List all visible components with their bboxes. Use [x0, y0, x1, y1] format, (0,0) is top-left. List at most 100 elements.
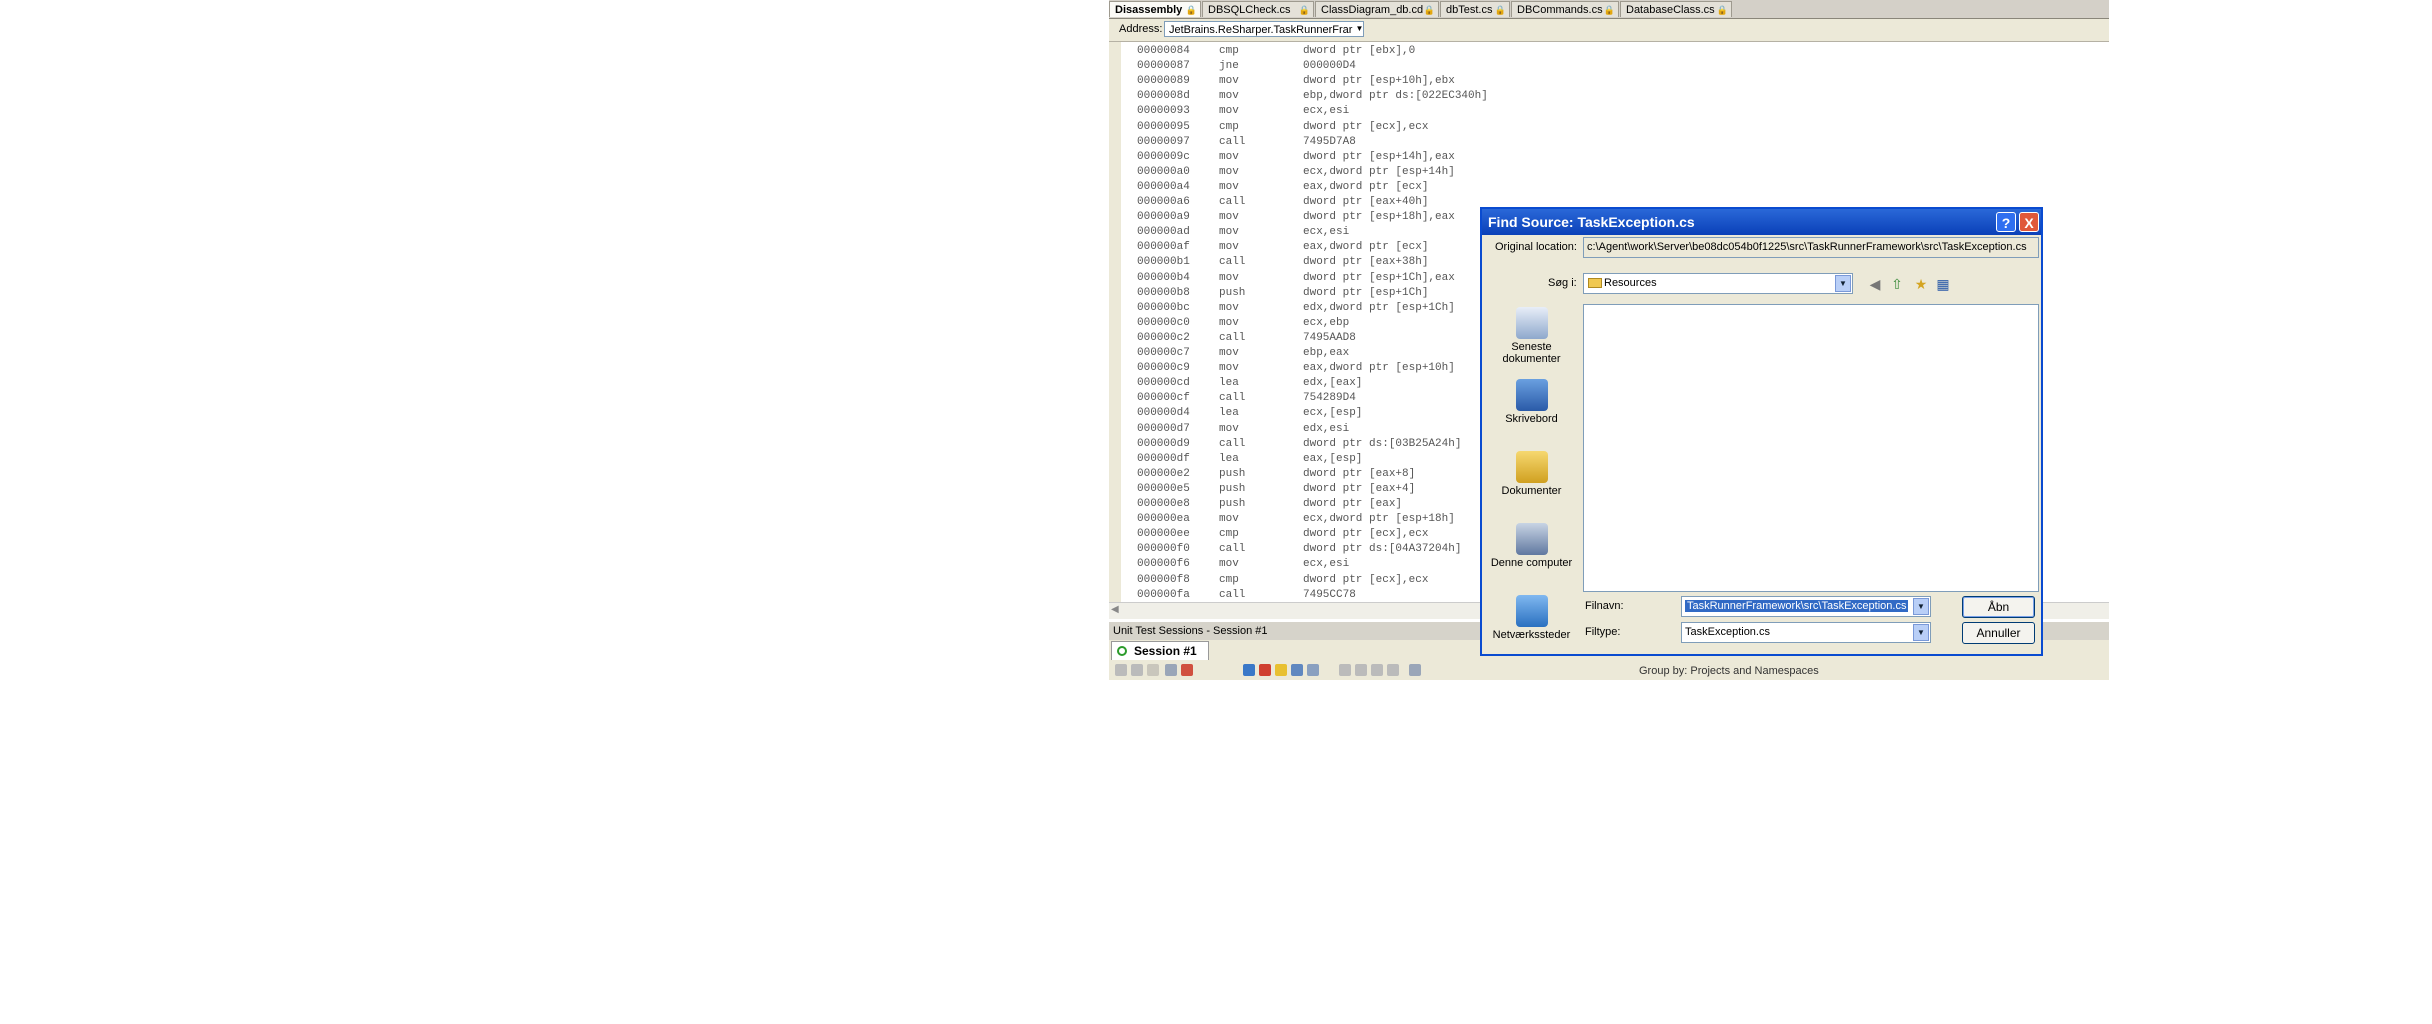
- recent-documents-icon: [1515, 307, 1548, 339]
- chevron-down-icon[interactable]: ▼: [1913, 624, 1929, 641]
- disassembly-op: cmp: [1219, 573, 1239, 586]
- disassembly-arg: dword ptr [esp+14h],eax: [1303, 150, 1455, 163]
- collapse-icon[interactable]: [1355, 664, 1367, 676]
- lock-icon: 🔒: [1298, 5, 1310, 15]
- cancel-button[interactable]: Annuller: [1962, 622, 2035, 644]
- disassembly-addr: 000000c2: [1137, 331, 1190, 344]
- disassembly-op: mov: [1219, 180, 1239, 193]
- disassembly-arg: dword ptr [ecx],ecx: [1303, 120, 1429, 133]
- disassembly-addr: 000000b8: [1137, 286, 1190, 299]
- remove-icon[interactable]: [1181, 664, 1193, 676]
- disassembly-op: mov: [1219, 316, 1239, 329]
- file-list[interactable]: [1583, 304, 2039, 592]
- place-documents[interactable]: Dokumenter: [1485, 451, 1578, 497]
- group-by-selector[interactable]: Group by: Projects and Namespaces: [1639, 665, 1819, 677]
- options-icon[interactable]: [1409, 664, 1421, 676]
- my-computer-icon: [1515, 523, 1548, 555]
- disassembly-op: mov: [1219, 90, 1239, 103]
- filetype-select[interactable]: TaskException.cs ▼: [1681, 622, 1931, 643]
- disassembly-op: mov: [1219, 301, 1239, 314]
- disassembly-arg: eax,[esp]: [1303, 452, 1363, 465]
- close-button[interactable]: X: [2019, 212, 2039, 232]
- tab-label: DBCommands.cs: [1517, 4, 1603, 16]
- disassembly-op: call: [1219, 437, 1246, 450]
- show-ignored-icon[interactable]: [1275, 664, 1287, 676]
- scroll-left-icon[interactable]: ◀: [1111, 604, 1119, 615]
- disassembly-addr: 000000b1: [1137, 256, 1190, 269]
- debug-icon[interactable]: [1131, 664, 1143, 676]
- disassembly-addr: 0000008d: [1137, 90, 1190, 103]
- disassembly-arg: dword ptr ds:[04A37204h]: [1303, 543, 1462, 556]
- disassembly-arg: 7495D7A8: [1303, 135, 1356, 148]
- export-icon[interactable]: [1307, 664, 1319, 676]
- place-recent-documents[interactable]: Seneste dokumenter: [1485, 307, 1578, 365]
- look-in-select[interactable]: Resources ▼: [1583, 273, 1853, 294]
- disassembly-addr: 000000af: [1137, 241, 1190, 254]
- original-location-field: c:\Agent\work\Server\be08dc054b0f1225\sr…: [1583, 237, 2039, 258]
- tab-dbsqlcheck[interactable]: DBSQLCheck.cs 🔒: [1202, 1, 1314, 17]
- chevron-down-icon[interactable]: ▼: [1835, 275, 1851, 292]
- address-input[interactable]: JetBrains.ReSharper.TaskRunnerFrar: [1164, 21, 1364, 37]
- disassembly-addr: 000000ee: [1137, 528, 1190, 541]
- stop-icon[interactable]: [1147, 664, 1159, 676]
- disassembly-addr: 000000ad: [1137, 226, 1190, 239]
- disassembly-op: call: [1219, 543, 1246, 556]
- disassembly-op: push: [1219, 482, 1246, 495]
- disassembly-op: lea: [1219, 407, 1239, 420]
- disassembly-arg: dword ptr [esp+1Ch]: [1303, 286, 1429, 299]
- disassembly-addr: 00000087: [1137, 60, 1190, 73]
- show-passed-icon[interactable]: [1243, 664, 1255, 676]
- disassembly-op: mov: [1219, 211, 1239, 224]
- expand-icon[interactable]: [1339, 664, 1351, 676]
- build-icon[interactable]: [1165, 664, 1177, 676]
- disassembly-addr: 0000009c: [1137, 150, 1190, 163]
- dialog-titlebar[interactable]: Find Source: TaskException.cs ? X: [1482, 209, 2041, 235]
- next-icon[interactable]: [1387, 664, 1399, 676]
- filetype-label: Filtype:: [1585, 626, 1621, 638]
- filename-label: Filnavn:: [1585, 600, 1624, 612]
- disassembly-addr: 000000a4: [1137, 180, 1190, 193]
- tab-dbcommands[interactable]: DBCommands.cs 🔒: [1511, 1, 1619, 17]
- disassembly-arg: eax,dword ptr [ecx]: [1303, 180, 1429, 193]
- place-network[interactable]: Netværkssteder: [1485, 595, 1578, 641]
- disassembly-op: call: [1219, 588, 1246, 601]
- filter-icon[interactable]: [1291, 664, 1303, 676]
- disassembly-arg: dword ptr [eax+40h]: [1303, 196, 1429, 208]
- view-menu-icon[interactable]: ▦: [1934, 275, 1952, 293]
- tab-disassembly[interactable]: Disassembly 🔒: [1109, 1, 1201, 17]
- up-folder-icon[interactable]: ⇧: [1888, 275, 1906, 293]
- documents-folder-icon: [1515, 451, 1548, 483]
- tab-dbtest[interactable]: dbTest.cs 🔒: [1440, 1, 1510, 17]
- place-my-computer[interactable]: Denne computer: [1485, 523, 1578, 569]
- original-location-value: c:\Agent\work\Server\be08dc054b0f1225\sr…: [1587, 241, 2027, 253]
- disassembly-addr: 00000089: [1137, 75, 1190, 88]
- disassembly-arg: edx,dword ptr [esp+1Ch]: [1303, 301, 1455, 314]
- open-button[interactable]: Åbn: [1962, 596, 2035, 618]
- new-folder-icon[interactable]: ★: [1912, 275, 1930, 293]
- look-in-value: Resources: [1604, 277, 1657, 289]
- network-places-icon: [1515, 595, 1548, 627]
- run-icon[interactable]: [1115, 664, 1127, 676]
- tab-session-1[interactable]: Session #1: [1111, 641, 1209, 660]
- chevron-down-icon[interactable]: ▼: [1353, 22, 1366, 35]
- filename-input[interactable]: TaskRunnerFramework\src\TaskException.cs…: [1681, 596, 1931, 617]
- previous-icon[interactable]: [1371, 664, 1383, 676]
- lock-icon: 🔒: [1185, 5, 1197, 15]
- disassembly-op: mov: [1219, 165, 1239, 178]
- tab-classdiagram[interactable]: ClassDiagram_db.cd 🔒: [1315, 1, 1439, 17]
- chevron-down-icon[interactable]: ▼: [1913, 598, 1929, 615]
- disassembly-arg: ecx,ebp: [1303, 316, 1350, 329]
- disassembly-addr: 00000093: [1137, 105, 1190, 118]
- disassembly-addr: 000000c9: [1137, 362, 1190, 375]
- show-failed-icon[interactable]: [1259, 664, 1271, 676]
- disassembly-op: push: [1219, 286, 1246, 299]
- disassembly-arg: edx,[eax]: [1303, 377, 1363, 390]
- tab-databaseclass[interactable]: DatabaseClass.cs 🔒: [1620, 1, 1732, 17]
- back-icon[interactable]: ◀: [1866, 275, 1884, 293]
- disassembly-arg: ecx,dword ptr [esp+18h]: [1303, 513, 1455, 526]
- disassembly-op: mov: [1219, 150, 1239, 163]
- help-button[interactable]: ?: [1996, 212, 2016, 232]
- place-desktop[interactable]: Skrivebord: [1485, 379, 1578, 425]
- disassembly-addr: 000000a6: [1137, 196, 1190, 208]
- disassembly-addr: 000000fa: [1137, 588, 1190, 601]
